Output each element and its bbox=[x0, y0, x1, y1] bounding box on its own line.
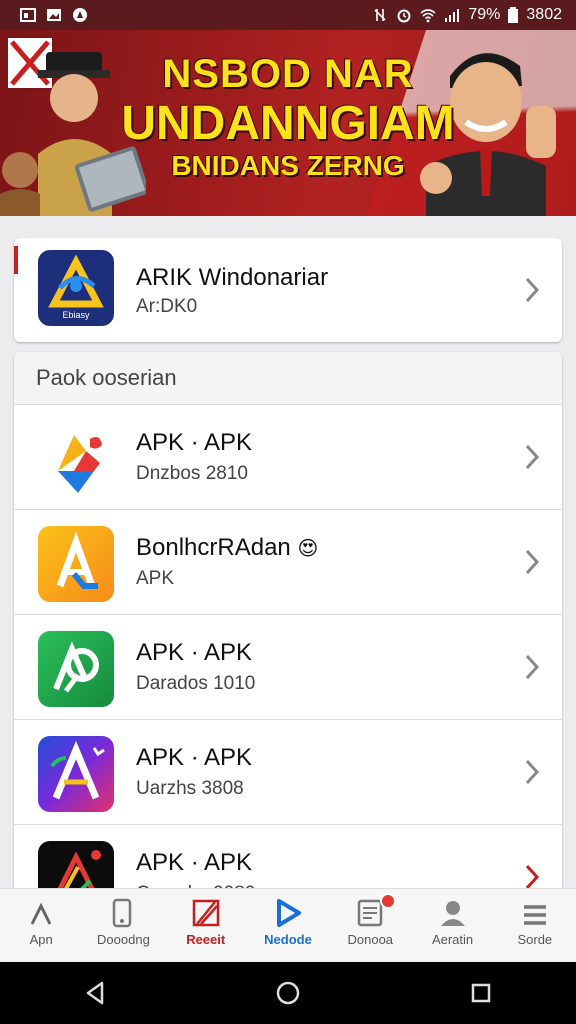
status-bar: 79% 3802 bbox=[0, 0, 576, 30]
list-item-title: APK · APK bbox=[136, 639, 253, 666]
featured-app-card[interactable]: Ebiasy ARIK Windonariar Ar:DK0 bbox=[14, 238, 562, 342]
nav-item-label: Sorde bbox=[517, 932, 553, 947]
wifi-icon bbox=[420, 9, 436, 23]
list-item[interactable]: APK · APK Darados 1010 bbox=[14, 615, 562, 720]
nav-item-label: Apn bbox=[29, 932, 53, 947]
clock: 3802 bbox=[526, 6, 562, 23]
list-item[interactable]: BonlhcrRAdan 😍 APK bbox=[14, 510, 562, 615]
list-item-subtitle: Uarzhs 3808 bbox=[136, 778, 244, 799]
nav-item-menu[interactable]: Sorde bbox=[494, 889, 576, 963]
black-triangle-icon bbox=[38, 841, 114, 892]
orange-a-icon bbox=[38, 526, 114, 602]
chevron-right-icon bbox=[525, 864, 540, 890]
home-icon[interactable] bbox=[275, 980, 301, 1006]
blue-triangle-logo-icon: Ebiasy bbox=[38, 250, 114, 326]
nav-item-label: Reeeit bbox=[186, 932, 226, 947]
chevron-right-icon bbox=[525, 654, 540, 680]
banner-title-line1: NSBOD NAR bbox=[162, 52, 414, 96]
accent-bar bbox=[14, 246, 18, 274]
phone-device-icon bbox=[113, 898, 132, 928]
nav-item-apps[interactable]: Apn bbox=[0, 889, 82, 963]
emoji-icon: 😍 bbox=[297, 538, 319, 560]
app-list-card: Paok ooserian APK · APK Dnzbos 2810 Bonl… bbox=[14, 352, 562, 892]
chevron-right-icon bbox=[525, 277, 540, 303]
list-item-subtitle: Dnzbos 2810 bbox=[136, 463, 248, 484]
nav-item-label: Donooa bbox=[347, 932, 394, 947]
play-icon bbox=[276, 899, 301, 927]
nav-item-label: Nedode bbox=[264, 932, 312, 947]
person-icon bbox=[440, 901, 465, 926]
list-item-title: APK · APK bbox=[136, 744, 253, 771]
featured-app-subtitle: Ar:DK0 bbox=[136, 296, 198, 317]
nav-item-media[interactable]: Nedode bbox=[247, 889, 329, 963]
chevron-right-icon bbox=[525, 549, 540, 575]
nav-item-news[interactable]: Donooa bbox=[329, 889, 411, 963]
system-navigation-bar bbox=[0, 962, 576, 1024]
list-item-title-text: BonlhcrRAdan bbox=[136, 534, 291, 561]
red-slash-icon bbox=[192, 899, 219, 927]
back-icon[interactable] bbox=[84, 981, 106, 1005]
list-item-title: APK · APK bbox=[136, 429, 253, 456]
chevron-right-icon bbox=[525, 759, 540, 785]
nav-item-device[interactable]: Dooodng bbox=[82, 889, 164, 963]
nav-item-label: Aeratin bbox=[431, 932, 474, 947]
promo-banner[interactable]: NSBOD NAR UNDANNGIAM BNIDANS ZERNG bbox=[0, 30, 576, 216]
chevron-right-icon bbox=[525, 444, 540, 470]
featured-app-title: ARIK Windonariar bbox=[136, 264, 329, 291]
rainbow-a-icon bbox=[38, 736, 114, 812]
battery-percent: 79% bbox=[468, 6, 501, 23]
apps-icon bbox=[30, 902, 52, 925]
recents-icon[interactable] bbox=[470, 982, 492, 1004]
list-item-subtitle: APK bbox=[136, 568, 175, 589]
list-item[interactable]: APK · APK Cnarahs 9080 bbox=[14, 825, 562, 892]
green-recycle-icon bbox=[38, 631, 114, 707]
list-item-title: BonlhcrRAdan 😍 bbox=[136, 534, 318, 562]
google-drive-like-icon bbox=[38, 421, 114, 497]
alarm-icon bbox=[397, 9, 411, 23]
section-header: Paok ooserian bbox=[14, 352, 562, 405]
banner-title-line3: BNIDANS ZERNG bbox=[171, 150, 405, 181]
signal-icon bbox=[445, 9, 460, 22]
vibrate-icon bbox=[374, 9, 386, 21]
battery-icon bbox=[508, 7, 519, 23]
nav-item-account[interactable]: Aeratin bbox=[411, 889, 493, 963]
notification-badge bbox=[380, 893, 397, 909]
list-item[interactable]: APK · APK Uarzhs 3808 bbox=[14, 720, 562, 825]
list-item[interactable]: APK · APK Dnzbos 2810 bbox=[14, 405, 562, 510]
notification-icon bbox=[73, 8, 87, 22]
gallery-icon bbox=[20, 8, 36, 22]
nav-item-label: Dooodng bbox=[97, 932, 150, 947]
list-item-title: APK · APK bbox=[136, 849, 253, 876]
image-icon bbox=[47, 9, 61, 21]
featured-icon-label: Ebiasy bbox=[62, 310, 90, 320]
menu-icon bbox=[523, 905, 546, 925]
nav-item-recent[interactable]: Reeeit bbox=[165, 889, 247, 963]
list-item-subtitle: Darados 1010 bbox=[136, 673, 256, 694]
banner-title-line2: UNDANNGIAM bbox=[121, 97, 455, 150]
bottom-navigation: Apn Dooodng Reeeit Nedode Donooa Aeratin… bbox=[0, 888, 576, 963]
